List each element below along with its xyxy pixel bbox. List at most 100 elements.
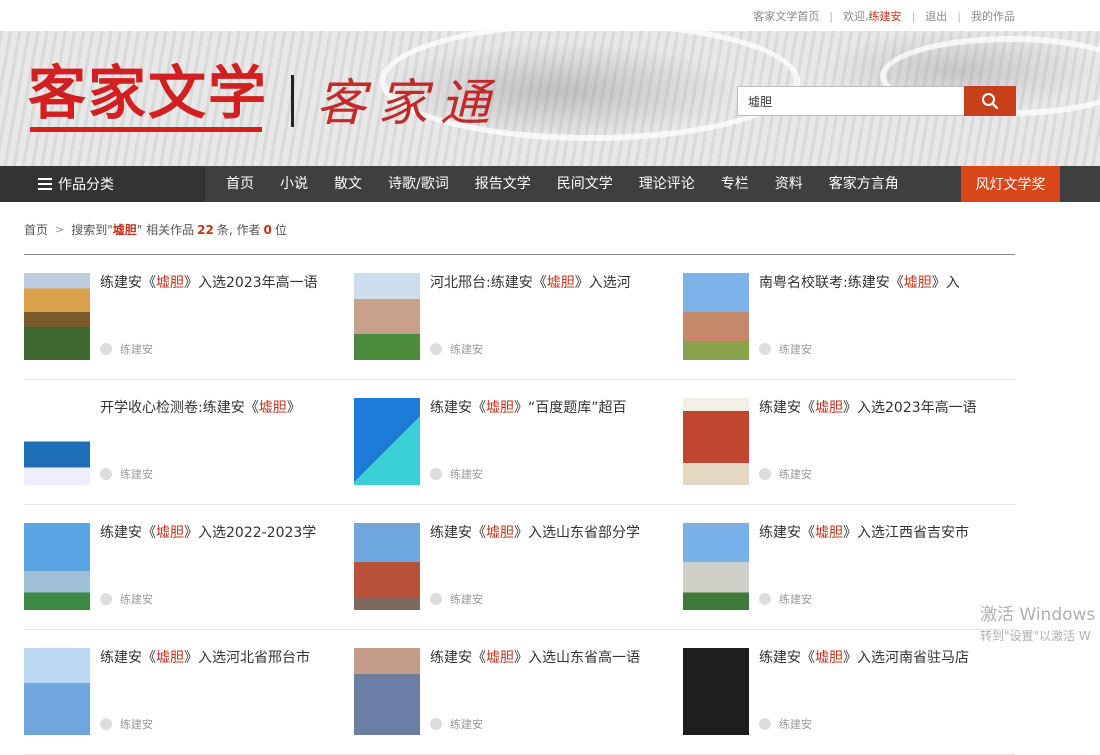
- title-keyword: 墟胆: [486, 400, 514, 416]
- result-author[interactable]: 练建安: [100, 591, 153, 607]
- result-author[interactable]: 练建安: [759, 341, 812, 357]
- nav-item-home[interactable]: 首页: [213, 166, 267, 202]
- result-title[interactable]: 练建安《墟胆》入选山东省部分学: [430, 524, 660, 542]
- result-author[interactable]: 练建安: [100, 466, 153, 482]
- result-card[interactable]: 开学收心检测卷:练建安《墟胆》 练建安: [24, 398, 334, 486]
- nav-item-poetry[interactable]: 诗歌/歌词: [375, 166, 462, 202]
- result-thumbnail[interactable]: [683, 273, 749, 360]
- result-row: 开学收心检测卷:练建安《墟胆》 练建安 练建安《墟胆》“百度题库”超百 练建安 练建安《…: [24, 380, 1015, 505]
- nav-item-award[interactable]: 风灯文学奖: [961, 166, 1060, 202]
- result-title[interactable]: 练建安《墟胆》入选2023年高一语: [759, 399, 989, 417]
- result-thumbnail[interactable]: [683, 523, 749, 610]
- nav-item-criticism[interactable]: 理论评论: [626, 166, 708, 202]
- result-thumbnail[interactable]: [24, 523, 90, 610]
- nav-item-novel[interactable]: 小说: [267, 166, 321, 202]
- result-thumbnail[interactable]: [24, 273, 90, 360]
- nav-item-folk[interactable]: 民间文学: [544, 166, 626, 202]
- author-name: 练建安: [779, 343, 812, 356]
- result-row: 练建安《墟胆》入选2023年高一语 练建安 河北邢台:练建安《墟胆》入选河 练建安 南粤…: [24, 255, 1015, 380]
- title-suffix: 》入选河南省驻马店: [843, 650, 969, 666]
- title-keyword: 墟胆: [156, 650, 184, 666]
- result-author[interactable]: 练建安: [100, 341, 153, 357]
- results-grid: 练建安《墟胆》入选2023年高一语 练建安 河北邢台:练建安《墟胆》入选河 练建安 南粤…: [24, 255, 1015, 755]
- title-prefix: 河北邢台:练建安《: [430, 275, 547, 291]
- result-title[interactable]: 练建安《墟胆》“百度题库”超百: [430, 399, 660, 417]
- result-title[interactable]: 练建安《墟胆》入选江西省吉安市: [759, 524, 989, 542]
- home-link[interactable]: 客家文学首页: [753, 8, 819, 24]
- logout-link[interactable]: 退出: [925, 8, 947, 24]
- title-suffix: 》入选河: [574, 275, 631, 291]
- site-logo[interactable]: 客家文学: [28, 61, 268, 125]
- my-works-link[interactable]: 我的作品: [971, 8, 1015, 24]
- author-name: 练建安: [120, 343, 153, 356]
- result-author[interactable]: 练建安: [759, 591, 812, 607]
- result-thumbnail[interactable]: [683, 398, 749, 485]
- result-thumbnail[interactable]: [354, 648, 420, 735]
- result-thumbnail[interactable]: [354, 523, 420, 610]
- result-author[interactable]: 练建安: [430, 591, 483, 607]
- result-title[interactable]: 南粤名校联考:练建安《墟胆》入: [759, 274, 989, 292]
- result-card[interactable]: 练建安《墟胆》入选河北省邢台市 练建安: [24, 648, 334, 736]
- title-prefix: 练建安《: [759, 650, 815, 666]
- result-thumbnail[interactable]: [354, 398, 420, 485]
- search-button[interactable]: [964, 86, 1016, 116]
- result-thumbnail[interactable]: [354, 273, 420, 360]
- nav-item-materials[interactable]: 资料: [762, 166, 816, 202]
- result-thumbnail[interactable]: [24, 398, 90, 485]
- result-title[interactable]: 练建安《墟胆》入选2022-2023学: [100, 524, 330, 542]
- result-card[interactable]: 练建安《墟胆》入选河南省驻马店 练建安: [683, 648, 993, 736]
- title-prefix: 练建安《: [100, 525, 156, 541]
- nav-item-column[interactable]: 专栏: [708, 166, 762, 202]
- category-menu-button[interactable]: 作品分类: [0, 166, 205, 202]
- nav-item-prose[interactable]: 散文: [321, 166, 375, 202]
- title-keyword: 墟胆: [903, 275, 932, 291]
- top-bar: 客家文学首页 | 欢迎, 练建安 | 退出 | 我的作品: [0, 0, 1100, 31]
- result-card[interactable]: 练建安《墟胆》入选山东省高一语 练建安: [354, 648, 664, 736]
- watermark-line2: 转到"设置"以激活 W: [980, 629, 1091, 643]
- search-icon: [982, 93, 999, 110]
- result-author[interactable]: 练建安: [430, 466, 483, 482]
- result-title[interactable]: 练建安《墟胆》入选山东省高一语: [430, 649, 660, 667]
- breadcrumb: 首页 > 搜索到" 墟胆 " 相关作品 22 条, 作者 0 位: [24, 221, 287, 238]
- result-title[interactable]: 练建安《墟胆》入选河南省驻马店: [759, 649, 989, 667]
- author-name: 练建安: [779, 593, 812, 606]
- result-card[interactable]: 练建安《墟胆》入选2023年高一语练建安: [24, 273, 334, 361]
- username[interactable]: 练建安: [869, 8, 902, 24]
- result-title[interactable]: 练建安《墟胆》入选河北省邢台市: [100, 649, 330, 667]
- result-author[interactable]: 练建安: [759, 466, 812, 482]
- result-card[interactable]: 练建安《墟胆》入选江西省吉安市练建安: [683, 523, 993, 611]
- result-author[interactable]: 练建安: [430, 341, 483, 357]
- title-prefix: 练建安《: [759, 525, 815, 541]
- search-input[interactable]: [737, 86, 964, 116]
- title-suffix: 》入选山东省部分学: [514, 525, 640, 541]
- author-name: 练建安: [779, 468, 812, 481]
- result-thumbnail[interactable]: [24, 648, 90, 735]
- result-card[interactable]: 练建安《墟胆》入选2022-2023学 练建安: [24, 523, 334, 611]
- result-author[interactable]: 练建安: [430, 716, 483, 732]
- result-prefix: 搜索到": [71, 223, 113, 237]
- result-author[interactable]: 练建安: [100, 716, 153, 732]
- result-title[interactable]: 开学收心检测卷:练建安《墟胆》: [100, 399, 330, 417]
- result-card[interactable]: 练建安《墟胆》“百度题库”超百 练建安: [354, 398, 664, 486]
- avatar-icon: [430, 468, 442, 480]
- top-links: 客家文学首页 | 欢迎, 练建安 | 退出 | 我的作品: [753, 8, 1015, 24]
- nav-item-reportage[interactable]: 报告文学: [462, 166, 544, 202]
- separator: |: [911, 9, 916, 23]
- result-card[interactable]: 南粤名校联考:练建安《墟胆》入练建安: [683, 273, 993, 361]
- result-title[interactable]: 练建安《墟胆》入选2023年高一语: [100, 274, 330, 292]
- result-title[interactable]: 河北邢台:练建安《墟胆》入选河: [430, 274, 660, 292]
- result-thumbnail[interactable]: [683, 648, 749, 735]
- avatar-icon: [759, 593, 771, 605]
- result-card[interactable]: 练建安《墟胆》入选山东省部分学 练建安: [354, 523, 664, 611]
- result-card[interactable]: 河北邢台:练建安《墟胆》入选河 练建安: [354, 273, 664, 361]
- title-keyword: 墟胆: [815, 400, 843, 416]
- result-author[interactable]: 练建安: [759, 716, 812, 732]
- title-prefix: 练建安《: [759, 400, 815, 416]
- title-keyword: 墟胆: [815, 650, 843, 666]
- result-card[interactable]: 练建安《墟胆》入选2023年高一语练建安: [683, 398, 993, 486]
- watermark-line1: 激活 Windows: [980, 605, 1096, 625]
- nav-items: 首页 小说 散文 诗歌/歌词 报告文学 民间文学 理论评论 专栏 资料 客家方言…: [213, 166, 912, 202]
- nav-item-dialect[interactable]: 客家方言角: [816, 166, 912, 202]
- title-prefix: 练建安《: [100, 650, 156, 666]
- breadcrumb-home[interactable]: 首页: [24, 221, 48, 238]
